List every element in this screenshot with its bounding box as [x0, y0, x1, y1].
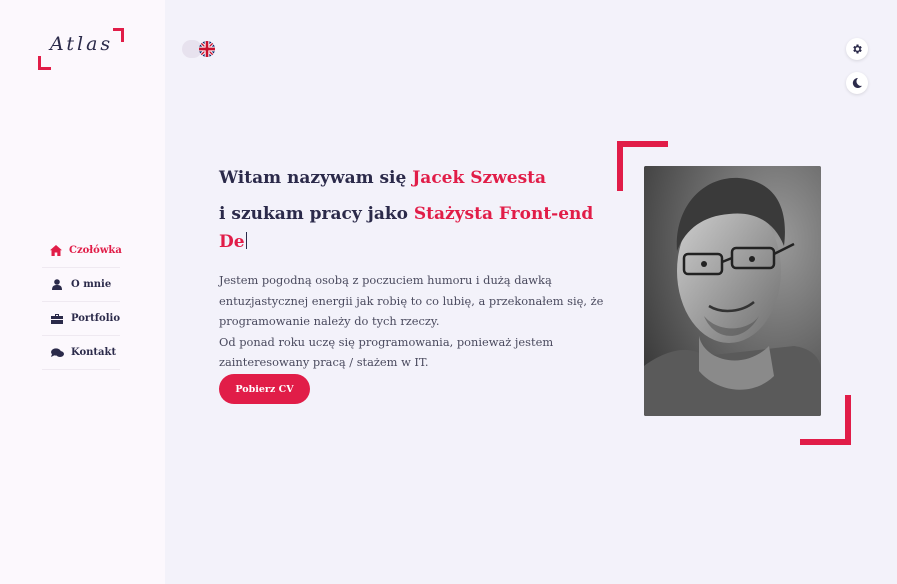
settings-button[interactable] [846, 38, 868, 60]
description-paragraph-1: Jestem pogodną osobą z poczuciem humoru … [219, 273, 604, 328]
sidebar-item-label: Czołówka [69, 245, 122, 256]
greeting-heading: Witam nazywam się Jacek Szwesta [219, 164, 619, 192]
sidebar-nav: Czołówka O mnie Portfolio Kontakt [42, 234, 122, 370]
role-prefix: i szukam pracy jako [219, 204, 414, 224]
gear-icon [851, 40, 863, 59]
logo-bracket-top-right [113, 28, 124, 42]
user-icon [50, 279, 64, 291]
profile-photo-frame [617, 141, 851, 445]
language-switch[interactable] [182, 40, 215, 58]
home-icon [50, 245, 62, 257]
role-heading: i szukam pracy jako Stażysta Front-end D… [219, 200, 619, 256]
logo-bracket-bottom-left [38, 56, 51, 70]
sidebar-item-czolowka[interactable]: Czołówka [42, 234, 122, 268]
uk-flag-icon[interactable] [199, 41, 215, 57]
profile-photo [644, 166, 821, 416]
sidebar-item-label: O mnie [71, 279, 112, 290]
greeting-prefix: Witam nazywam się [219, 168, 413, 188]
theme-toggle-button[interactable] [846, 72, 868, 94]
sidebar: Atlas Czołówka O mnie Portfolio Kontakt [0, 0, 165, 584]
sidebar-item-label: Kontakt [71, 347, 117, 358]
logo[interactable]: Atlas [38, 28, 124, 70]
sidebar-item-kontakt[interactable]: Kontakt [42, 336, 120, 370]
sidebar-item-portfolio[interactable]: Portfolio [42, 302, 120, 336]
moon-icon [851, 74, 863, 93]
typing-cursor [245, 232, 247, 249]
download-cv-button[interactable]: Pobierz CV [219, 374, 310, 404]
description-paragraph-2: Od ponad roku uczę się programowania, po… [219, 334, 554, 370]
logo-text: Atlas [50, 33, 114, 55]
briefcase-icon [50, 313, 64, 325]
description: Jestem pogodną osobą z poczuciem humoru … [219, 270, 614, 373]
name-highlight: Jacek Szwesta [412, 168, 547, 188]
sidebar-item-label: Portfolio [70, 313, 120, 324]
comments-icon [50, 347, 64, 359]
hero-section: Witam nazywam się Jacek Szwesta i szukam… [219, 164, 619, 404]
sidebar-item-o-mnie[interactable]: O mnie [42, 268, 120, 302]
